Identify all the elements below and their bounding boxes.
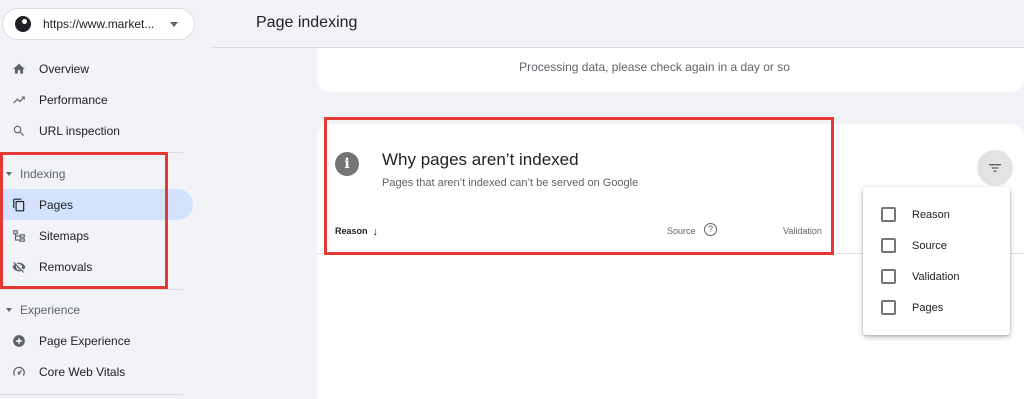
sidebar-item-page-experience[interactable]: Page Experience	[0, 325, 193, 356]
sidebar-item-label: Overview	[39, 61, 90, 76]
sidebar-item-performance[interactable]: Performance	[0, 84, 193, 115]
filter-option-label: Validation	[912, 270, 960, 283]
property-url: https://www.market...	[43, 17, 155, 31]
search-icon	[11, 123, 27, 139]
sidebar-item-url-inspection[interactable]: URL inspection	[0, 115, 193, 146]
header-bar: Page indexing	[210, 0, 1024, 48]
trending-up-icon	[11, 92, 27, 108]
processing-card: Processing data, please check again in a…	[317, 48, 1024, 92]
filter-button[interactable]	[977, 150, 1013, 186]
filter-option-reason[interactable]: Reason	[863, 199, 1010, 230]
filter-option-source[interactable]: Source	[863, 230, 1010, 261]
property-selector[interactable]: https://www.market...	[2, 8, 195, 40]
filter-option-label: Source	[912, 239, 947, 252]
filter-list-icon	[989, 164, 1001, 172]
checkbox[interactable]	[881, 300, 896, 315]
filter-option-label: Reason	[912, 208, 950, 221]
home-icon	[11, 61, 27, 77]
filter-option-pages[interactable]: Pages	[863, 292, 1010, 323]
sidebar-item-label: Core Web Vitals	[39, 364, 126, 379]
checkbox[interactable]	[881, 269, 896, 284]
processing-message: Processing data, please check again in a…	[519, 60, 790, 74]
sidebar-item-label: Page Experience	[39, 333, 131, 348]
filter-menu: Reason Source Validation Pages	[863, 187, 1010, 335]
section-label: Experience	[20, 303, 81, 317]
speed-gauge-icon	[11, 364, 27, 380]
chevron-down-icon	[170, 22, 178, 27]
sidebar-item-core-web-vitals[interactable]: Core Web Vitals	[0, 356, 193, 387]
filter-option-label: Pages	[912, 301, 944, 314]
add-circle-icon	[11, 333, 27, 349]
section-experience[interactable]: Experience	[0, 298, 193, 322]
highlight-box-why-card	[324, 117, 834, 255]
divider	[0, 394, 183, 395]
site-logo-icon	[15, 16, 31, 32]
sidebar-item-overview[interactable]: Overview	[0, 53, 193, 84]
sidebar-item-label: URL inspection	[39, 123, 120, 138]
collapse-arrow-icon	[6, 308, 12, 312]
divider	[0, 289, 183, 290]
checkbox[interactable]	[881, 207, 896, 222]
checkbox[interactable]	[881, 238, 896, 253]
sidebar-item-label: Performance	[39, 92, 108, 107]
highlight-box-indexing	[0, 152, 168, 289]
page-title: Page indexing	[256, 14, 358, 31]
filter-option-validation[interactable]: Validation	[863, 261, 1010, 292]
